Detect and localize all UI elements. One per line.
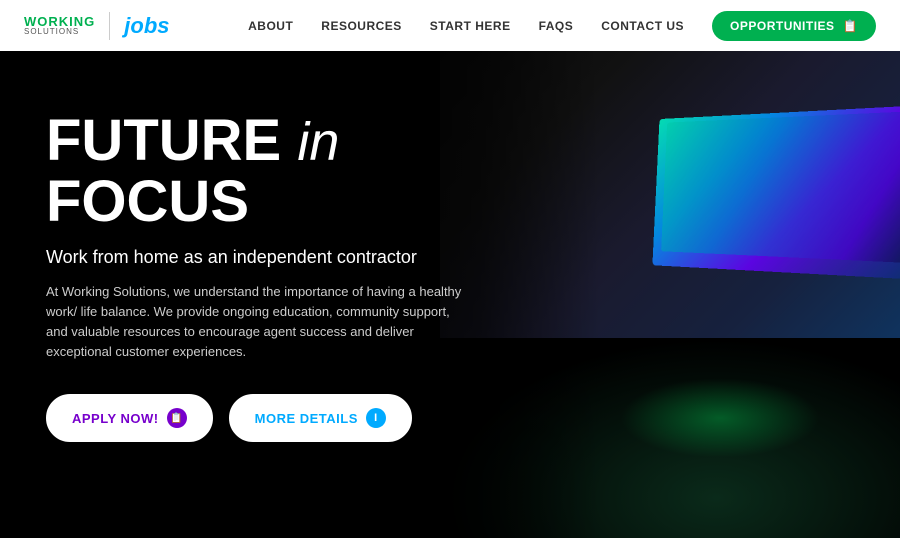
logo-divider bbox=[109, 12, 110, 40]
logo-jobs-text: jobs bbox=[124, 13, 169, 39]
hero-title-focus: FOCUS bbox=[46, 169, 249, 234]
hero-section: FUTURE in FOCUS Work from home as an ind… bbox=[0, 51, 900, 538]
logo-solutions-text: SOLUTIONS bbox=[24, 28, 95, 36]
nav-item-resources[interactable]: RESOURCES bbox=[321, 19, 402, 33]
hero-description: At Working Solutions, we understand the … bbox=[46, 282, 466, 363]
briefcase-icon: 📋 bbox=[843, 19, 858, 33]
nav-item-contact-us[interactable]: CONTACT US bbox=[601, 19, 684, 33]
hero-title-in: in bbox=[297, 112, 339, 172]
apply-now-button[interactable]: APPLY NOW! 📋 bbox=[46, 394, 213, 442]
clipboard-icon: 📋 bbox=[167, 408, 187, 428]
opportunities-button[interactable]: OPPORTUNITIES 📋 bbox=[712, 11, 876, 41]
hero-title-future: FUTURE bbox=[46, 108, 281, 173]
logo-area: WORKING SOLUTIONS jobs bbox=[24, 12, 170, 40]
hero-screen-inner bbox=[661, 111, 900, 263]
logo-working: WORKING SOLUTIONS bbox=[24, 15, 95, 36]
nav-item-start-here[interactable]: START HERE bbox=[430, 19, 511, 33]
info-icon: i bbox=[366, 408, 386, 428]
hero-content: FUTURE in FOCUS Work from home as an ind… bbox=[46, 111, 536, 442]
nav-item-about[interactable]: ABOUT bbox=[248, 19, 293, 33]
hero-title: FUTURE in FOCUS bbox=[46, 111, 536, 233]
more-details-label: MORE DETAILS bbox=[255, 411, 358, 426]
more-details-button[interactable]: MORE DETAILS i bbox=[229, 394, 412, 442]
opportunities-label: OPPORTUNITIES bbox=[730, 19, 835, 33]
main-nav: ABOUT RESOURCES START HERE FAQS CONTACT … bbox=[248, 11, 876, 41]
hero-green-glow bbox=[620, 378, 820, 458]
apply-now-label: APPLY NOW! bbox=[72, 411, 159, 426]
hero-subtitle: Work from home as an independent contrac… bbox=[46, 247, 536, 268]
hero-buttons: APPLY NOW! 📋 MORE DETAILS i bbox=[46, 394, 536, 442]
nav-item-faqs[interactable]: FAQS bbox=[539, 19, 574, 33]
header: WORKING SOLUTIONS jobs ABOUT RESOURCES S… bbox=[0, 0, 900, 51]
